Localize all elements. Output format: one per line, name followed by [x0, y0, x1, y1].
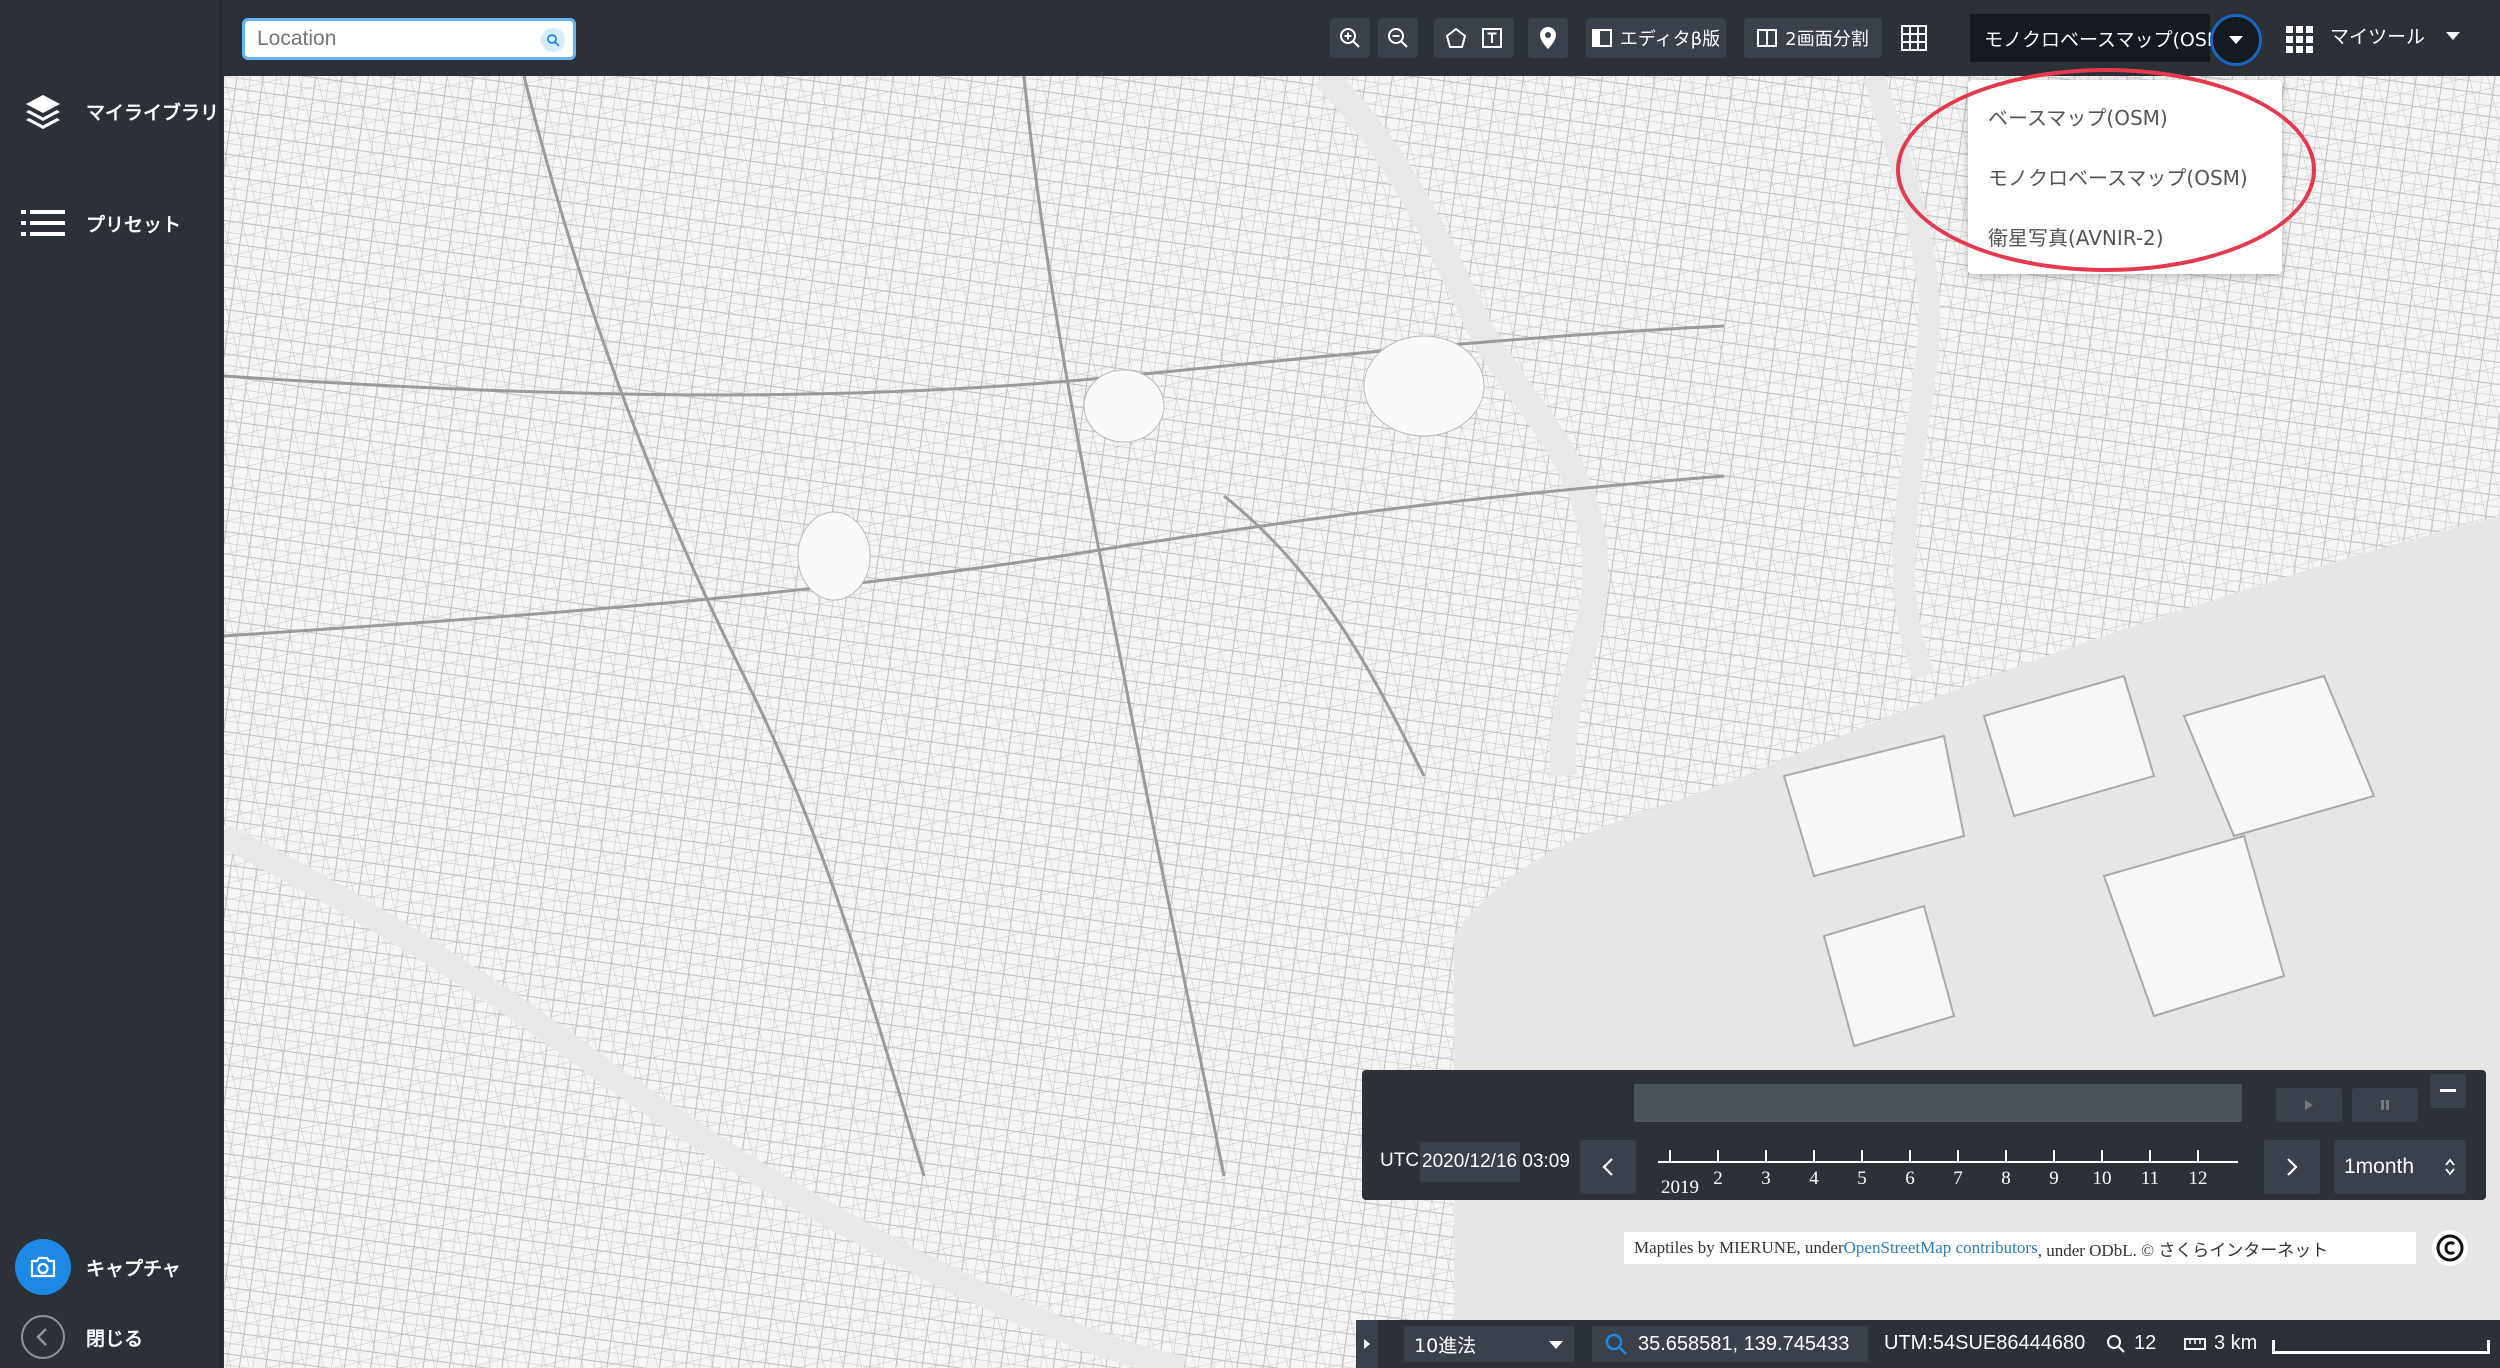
utm-value: UTM:54SUE86444680 [1884, 1332, 2086, 1354]
editor-beta-button[interactable]: エディタβ版 [1586, 18, 1726, 58]
pause-icon [2381, 1100, 2389, 1110]
previous-period-button[interactable] [1580, 1140, 1636, 1194]
month-tick-label: 9 [2049, 1168, 2059, 1189]
sidebar: マイライブラリ プリセット キャプチャ 閉じる [0, 0, 222, 1368]
caret-down-icon [2229, 36, 2243, 44]
chevron-right-icon [2287, 1158, 2298, 1176]
statusbar-toggle[interactable] [1356, 1320, 1378, 1368]
sidebar-item-my-library[interactable]: マイライブラリ [0, 76, 222, 146]
month-tick-label: 8 [2001, 1168, 2011, 1189]
capture-button[interactable]: キャプチャ [0, 1232, 222, 1302]
month-tick-label: 3 [1761, 1168, 1771, 1189]
apps-grid-icon[interactable] [2286, 26, 2314, 58]
timeline-ruler[interactable]: 2 3 4 5 6 7 8 9 10 11 12 2019 [1648, 1136, 2248, 1198]
minimize-timeline-button[interactable] [2430, 1074, 2466, 1108]
month-tick-label: 10 [2093, 1168, 2112, 1189]
month-tick-label: 7 [1953, 1168, 1963, 1189]
attribution-suffix: , under ODbL. © さくらインターネット [2037, 1240, 2329, 1260]
scale-value: 3 km [2214, 1332, 2258, 1354]
editor-icon [1591, 29, 1612, 47]
coordinate-format-value: 10進法 [1414, 1334, 1477, 1357]
capture-label: キャプチャ [86, 1257, 181, 1280]
osm-contributors-link[interactable]: OpenStreetMap contributors [1844, 1238, 2038, 1258]
search-icon[interactable] [541, 28, 565, 52]
search-icon [1605, 1333, 1627, 1355]
camera-icon [15, 1239, 71, 1295]
zoom-value: 12 [2134, 1332, 2157, 1354]
basemap-dropdown-toggle[interactable] [2210, 14, 2262, 66]
draw-tools-button[interactable] [1434, 18, 1514, 58]
my-tools-menu[interactable]: マイツール [2330, 22, 2461, 49]
select-arrows-icon [2445, 1158, 2455, 1176]
split-screen-label: 2画面分割 [1785, 29, 1869, 50]
basemap-menu: ベースマップ(OSM) モノクロベースマップ(OSM) 衛星写真(AVNIR-2… [1968, 80, 2282, 274]
text-tool-icon [1482, 28, 1502, 48]
grid-toggle-button[interactable] [1894, 18, 1934, 58]
close-label: 閉じる [86, 1327, 144, 1350]
period-value: 1month [2344, 1155, 2415, 1178]
zoom-icon [2107, 1334, 2125, 1353]
polygon-icon [1445, 27, 1467, 48]
basemap-option-satellite[interactable]: 衛星写真(AVNIR-2) [1968, 206, 2282, 266]
play-button[interactable] [2276, 1088, 2342, 1122]
month-tick-label: 12 [2189, 1168, 2208, 1189]
copyright-icon[interactable] [2432, 1230, 2468, 1266]
chevron-left-icon [1602, 1158, 1613, 1176]
sidebar-item-label: プリセット [86, 213, 182, 236]
coordinate-display[interactable]: 35.658581, 139.745433 [1592, 1326, 1868, 1362]
period-select[interactable]: 1month [2334, 1140, 2466, 1194]
zoom-in-icon [1340, 28, 1360, 48]
basemap-select[interactable]: モノクロベースマップ(OSM) [1970, 14, 2231, 62]
sidebar-item-label: マイライブラリ [86, 101, 220, 124]
close-sidebar-button[interactable]: 閉じる [0, 1302, 222, 1368]
month-tick-label: 4 [1809, 1168, 1819, 1189]
next-period-button[interactable] [2264, 1140, 2320, 1194]
month-tick-label: 5 [1857, 1168, 1867, 1189]
minus-icon [2440, 1089, 2456, 1092]
layers-icon [26, 95, 60, 129]
zoom-out-button[interactable] [1378, 18, 1418, 58]
my-tools-label: マイツール [2330, 26, 2426, 48]
zoom-out-icon [1388, 28, 1408, 48]
year-tick-label: 2019 [1661, 1177, 1699, 1196]
list-icon [21, 210, 65, 236]
caret-down-icon [1549, 1341, 1563, 1349]
basemap-option-osm[interactable]: ベースマップ(OSM) [1968, 86, 2282, 146]
map-pin-icon [1540, 27, 1556, 49]
marker-button[interactable] [1528, 18, 1568, 58]
scale-display: 3 km [2184, 1332, 2257, 1355]
top-toolbar: エディタβ版 2画面分割 モノクロベースマップ(OSM) マイツール [222, 0, 2500, 76]
split-screen-button[interactable]: 2画面分割 [1744, 18, 1882, 58]
coordinate-format-select[interactable]: 10進法 [1404, 1326, 1574, 1362]
month-tick-label: 6 [1905, 1168, 1915, 1189]
split-view-icon [1757, 29, 1778, 47]
location-search [242, 18, 576, 60]
current-datetime: 2020/12/16 03:09 [1420, 1142, 1570, 1182]
month-tick-label: 2 [1713, 1168, 1723, 1189]
month-tick-label: 11 [2141, 1168, 2159, 1189]
zoom-in-button[interactable] [1330, 18, 1370, 58]
status-bar: 10進法 35.658581, 139.745433 UTM:54SUE8644… [1356, 1320, 2500, 1368]
caret-down-icon [2446, 31, 2461, 40]
caret-right-icon [1364, 1339, 1370, 1349]
zoom-level: 12 [2106, 1332, 2156, 1355]
basemap-option-mono-osm[interactable]: モノクロベースマップ(OSM) [1968, 146, 2282, 206]
grid-icon [1901, 25, 1927, 51]
scale-bar [2272, 1340, 2490, 1354]
chevron-left-icon [21, 1315, 65, 1359]
search-input[interactable] [257, 27, 517, 51]
timeline-ticks: 2 3 4 5 6 7 8 9 10 11 12 2019 [1658, 1150, 2238, 1198]
basemap-selected-value: モノクロベースマップ(OSM) [1984, 28, 2231, 51]
attribution-prefix: Maptiles by MIERUNE, under [1634, 1238, 1844, 1257]
sidebar-item-presets[interactable]: プリセット [0, 188, 222, 258]
editor-beta-label: エディタβ版 [1619, 29, 1721, 50]
coordinate-value: 35.658581, 139.745433 [1638, 1332, 1850, 1355]
map-attribution: Maptiles by MIERUNE, under OpenStreetMap… [1624, 1232, 2416, 1264]
ruler-icon [2184, 1337, 2206, 1350]
timeline-progress-bar[interactable] [1634, 1084, 2242, 1122]
pause-button[interactable] [2352, 1088, 2418, 1122]
play-icon [2305, 1100, 2313, 1110]
utc-label: UTC [1380, 1150, 1420, 1171]
timeline-panel: UTC 2020/12/16 03:09 2 3 4 5 6 7 8 9 10 … [1362, 1070, 2486, 1200]
